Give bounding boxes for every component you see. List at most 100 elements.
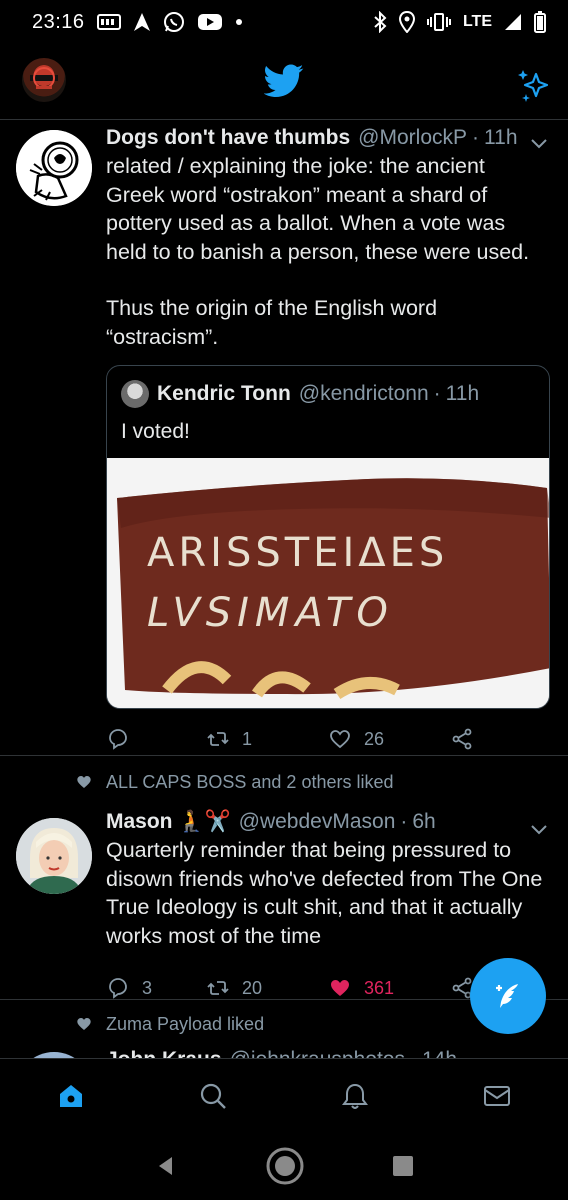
quoted-tweet-author-name: Kendric Tonn: [157, 382, 291, 405]
chevron-down-icon[interactable]: [530, 134, 548, 152]
quoted-tweet-time: 11h: [445, 382, 480, 405]
retweet-icon: [207, 981, 229, 995]
tweet-text-line: disown friends who've defected from The …: [106, 866, 543, 891]
inscription-line-2: LVSIMATO: [147, 590, 394, 636]
tweet-text-line: related / explaining the joke: the ancie…: [106, 154, 485, 178]
reply-icon: [109, 729, 127, 750]
youtube-icon: [197, 11, 223, 33]
tweet-author-handle[interactable]: @johnkrausphotos: [230, 1046, 405, 1058]
social-context: ALL CAPS BOSS and 2 others liked: [76, 760, 568, 804]
like-count: 361: [364, 977, 395, 998]
tweet-header: Mason 🧎✂️ @webdevMason · 6h: [106, 808, 550, 836]
home-circle-icon[interactable]: [265, 1146, 305, 1186]
bank-card-icon: [96, 11, 121, 33]
tab-messages[interactable]: [467, 1066, 527, 1126]
reply-button[interactable]: [106, 727, 206, 751]
reply-icon: [109, 978, 127, 999]
like-count: 26: [364, 728, 385, 749]
top-bar: [0, 44, 568, 120]
like-button-active[interactable]: 361: [328, 976, 450, 1000]
quoted-tweet-header: Kendric Tonn @kendrictonn · 11h: [107, 366, 549, 408]
home-icon: [60, 1084, 82, 1107]
quoted-tweet-text: I voted!: [121, 420, 190, 443]
bottom-tab-bar: [0, 1058, 568, 1132]
social-context-text[interactable]: ALL CAPS BOSS and 2 others liked: [106, 772, 394, 793]
tweet-avatar[interactable]: [16, 818, 92, 894]
tab-home[interactable]: [41, 1066, 101, 1126]
like-button[interactable]: 26: [328, 727, 450, 751]
tweet[interactable]: ALL CAPS BOSS and 2 others liked Mason 🧎…: [0, 760, 568, 1000]
liked-heart-icon: [77, 776, 91, 788]
quoted-tweet[interactable]: Kendric Tonn @kendrictonn · 11h I voted!…: [106, 365, 550, 709]
tweet-header: John Kraus @johnkrausphotos · 14h: [106, 1046, 550, 1058]
inscription-line-1: ARISSTEIΔES: [147, 530, 448, 576]
recents-icon[interactable]: [392, 1155, 414, 1177]
location-icon: [398, 11, 415, 33]
back-icon[interactable]: [154, 1154, 178, 1178]
retweet-button[interactable]: 20: [206, 976, 328, 1000]
tweet-author-handle[interactable]: @MorlockP: [358, 124, 467, 152]
separator-dot: ·: [472, 126, 480, 149]
timeline-feed[interactable]: Dogs don't have thumbs @MorlockP · 11h r…: [0, 120, 568, 1058]
ostrakon-image[interactable]: ARISSTEIΔES LVSIMATO: [107, 458, 549, 708]
reply-button[interactable]: 3: [106, 976, 206, 1000]
retweet-count: 1: [242, 728, 253, 749]
separator-dot: ·: [410, 1046, 417, 1058]
tweet-text[interactable]: Quarterly reminder that being pressured …: [106, 836, 550, 950]
tweet-text-line: works most of the time: [106, 923, 322, 948]
tweet-author-name[interactable]: John Kraus: [106, 1046, 222, 1058]
notification-dot-icon: [235, 11, 243, 33]
tweet-text[interactable]: related / explaining the joke: the ancie…: [106, 152, 550, 351]
tweet-text-line: held to to banish a person, these were u…: [106, 239, 530, 264]
tab-search[interactable]: [183, 1066, 243, 1126]
system-nav-bar: [0, 1132, 568, 1200]
compose-tweet-button[interactable]: [470, 958, 546, 1034]
status-time: 23:16: [32, 10, 85, 33]
tweet-author-handle[interactable]: @webdevMason: [239, 808, 396, 836]
liked-heart-icon: [77, 1018, 91, 1030]
tweet-text-line: Quarterly reminder that being pressured …: [106, 838, 512, 862]
share-button[interactable]: [450, 727, 474, 751]
network-type-label: LTE: [462, 13, 492, 30]
tweet-text-line: pottery used as a ballot. When a vote wa…: [106, 211, 506, 235]
twitter-bird-icon: [263, 64, 304, 98]
social-context-text[interactable]: Zuma Payload liked: [106, 1014, 264, 1035]
tweet-author-name[interactable]: Mason 🧎✂️: [106, 808, 231, 836]
heart-icon: [330, 730, 350, 749]
compose-icon: [496, 984, 518, 1008]
tweet-text-line: Greek word “ostrakon” meant a shard of: [106, 182, 488, 207]
quoted-tweet-author-handle: @kendrictonn: [298, 382, 429, 405]
retweet-icon: [207, 732, 229, 746]
separator-dot: ·: [433, 382, 441, 405]
tweet[interactable]: Dogs don't have thumbs @MorlockP · 11h r…: [0, 120, 568, 756]
battery-icon: [534, 11, 546, 33]
share-icon: [452, 728, 472, 750]
tweet-time[interactable]: 6h: [412, 808, 435, 836]
quoted-tweet-avatar: [121, 380, 149, 408]
notifications-icon: [342, 1083, 368, 1109]
heart-filled-icon: [331, 980, 349, 996]
tweet-author-name[interactable]: Dogs don't have thumbs: [106, 124, 350, 152]
tab-notifications[interactable]: [325, 1066, 385, 1126]
sparkle-icon[interactable]: [514, 66, 554, 106]
search-icon: [200, 1083, 226, 1109]
chevron-down-icon[interactable]: [530, 820, 548, 838]
navigation-arrow-icon: [133, 11, 151, 33]
signal-icon: [504, 11, 522, 33]
separator-dot: ·: [400, 810, 408, 833]
tweet-text-line: Thus the origin of the English word: [106, 296, 438, 320]
bluetooth-icon: [373, 11, 387, 33]
tweet-time[interactable]: 14h: [422, 1046, 457, 1058]
profile-avatar[interactable]: [22, 58, 66, 102]
retweet-count: 20: [242, 977, 263, 998]
tweet-text-line: “ostracism”.: [106, 324, 219, 349]
messages-icon: [484, 1085, 510, 1106]
tweet-text-line: True Ideology is cult shit, and that it …: [106, 895, 523, 919]
vibrate-icon: [426, 11, 451, 33]
tweet-avatar[interactable]: [16, 130, 92, 206]
reply-count: 3: [142, 977, 153, 998]
tweet-time[interactable]: 11h: [484, 124, 517, 152]
status-bar: 23:16 LTE: [0, 0, 568, 44]
retweet-button[interactable]: 1: [206, 727, 328, 751]
whatsapp-icon: [163, 11, 185, 33]
